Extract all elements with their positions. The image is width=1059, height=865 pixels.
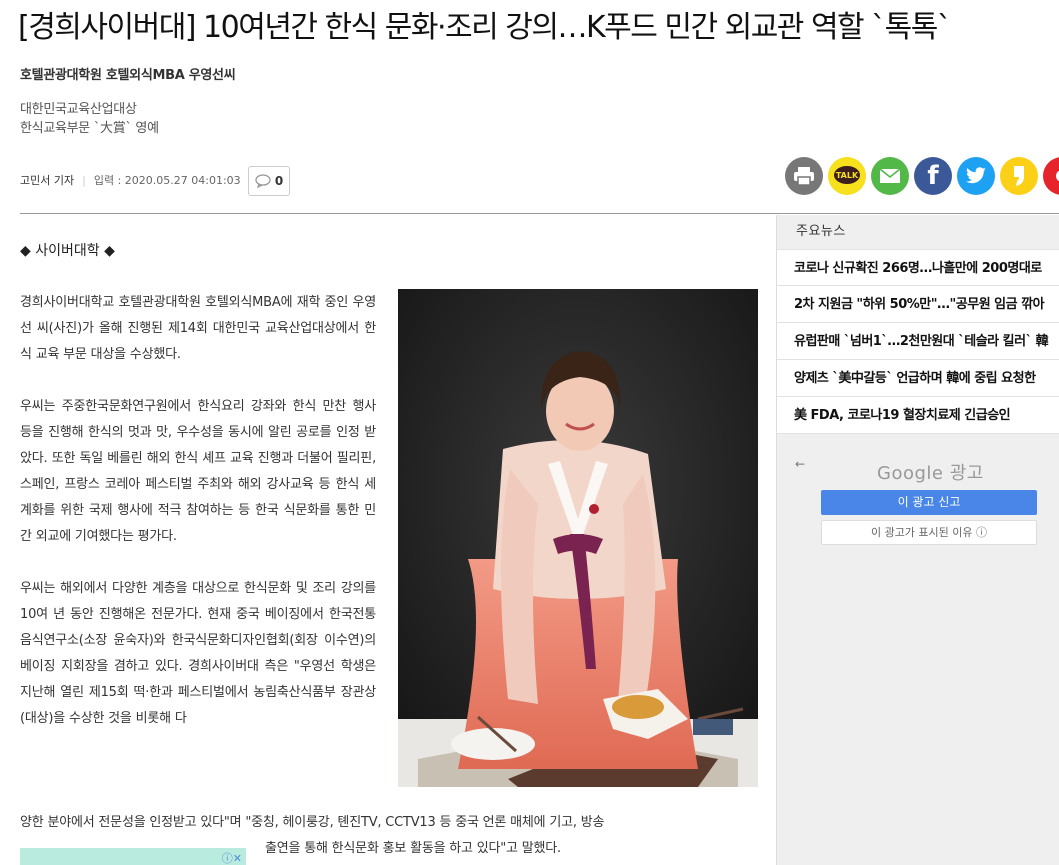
google-ad-label: Google 광고	[877, 463, 984, 484]
article-line: 양한 분야에서 전문성을 인정받고 있다"며 "중칭, 헤이룽강, 톈진TV, …	[20, 815, 605, 830]
google-ad-panel: ← Google 광고 이 광고 신고 이 광고가 표시된 이유 ⓘ	[777, 447, 1059, 567]
article-paragraph: 우씨는 해외에서 다양한 계층을 대상으로 한식문화 및 조리 강의를 10여 …	[20, 581, 376, 726]
section-tag: ◆ 사이버대학 ◆	[20, 243, 115, 259]
article-paragraph: 우씨는 주중한국문화연구원에서 한식요리 강좌와 한식 만찬 행사 등을 진행해…	[20, 399, 376, 544]
article-sub-lines: 대한민국교육산업대상 한식교육부문 `大賞` 영예	[20, 100, 159, 138]
sub-line: 대한민국교육산업대상	[20, 102, 137, 117]
article-paragraph: 경희사이버대학교 호텔관광대학원 호텔외식MBA에 재학 중인 우영선 씨(사진…	[20, 295, 376, 362]
kakaotalk-label: TALK	[836, 171, 859, 180]
news-item[interactable]: 양제츠 `美中갈등` 언급하며 韓에 중립 요청한	[777, 360, 1059, 397]
bottom-ad-strip[interactable]: ⓘ✕	[20, 848, 246, 865]
reporter-link[interactable]: 고민서 기자	[20, 172, 74, 188]
news-item[interactable]: 유럽판매 `넘버1`…2천만원대 `테슬라 킬러` 韓	[777, 323, 1059, 360]
article-photo	[398, 289, 758, 787]
why-this-ad-button[interactable]: 이 광고가 표시된 이유 ⓘ	[821, 520, 1037, 545]
top-news-list: 코로나 신규확진 266명…나흘만에 200명대로 2차 지원금 "하위 50%…	[777, 249, 1059, 434]
more-share-icon[interactable]	[1043, 157, 1059, 195]
kakaostory-icon[interactable]	[1000, 157, 1038, 195]
kakaotalk-icon[interactable]: TALK	[828, 157, 866, 195]
share-bar: TALK f	[785, 157, 1059, 195]
header-divider	[20, 213, 1059, 214]
comment-button[interactable]: 0	[248, 166, 290, 196]
sidebar: 주요뉴스 코로나 신규확진 266명…나흘만에 200명대로 2차 지원금 "하…	[776, 215, 1059, 865]
comment-count: 0	[274, 174, 284, 188]
article-headline: [경희사이버대] 10여년간 한식 문화·조리 강의…K푸드 민간 외교관 역할…	[18, 10, 952, 45]
email-icon[interactable]	[871, 157, 909, 195]
print-icon[interactable]	[785, 157, 823, 195]
news-item[interactable]: 美 FDA, 코로나19 혈장치료제 긴급승인	[777, 397, 1059, 434]
article-body: 경희사이버대학교 호텔관광대학원 호텔외식MBA에 재학 중인 우영선 씨(사진…	[20, 290, 376, 758]
news-item[interactable]: 2차 지원금 "하위 50%만"…"공무원 임금 깎아	[777, 286, 1059, 323]
back-arrow-icon[interactable]: ←	[795, 457, 805, 471]
article-subtitle: 호텔관광대학원 호텔외식MBA 우영선씨	[20, 68, 236, 83]
byline: 고민서 기자 | 입력 : 2020.05.27 04:01:03	[20, 172, 241, 188]
byline-divider: |	[82, 173, 86, 187]
publish-date: 입력 : 2020.05.27 04:01:03	[93, 174, 241, 187]
facebook-icon[interactable]: f	[914, 157, 952, 195]
report-ad-button[interactable]: 이 광고 신고	[821, 490, 1037, 515]
sub-line: 한식교육부문 `大賞` 영예	[20, 121, 159, 136]
comment-icon	[255, 174, 271, 188]
sidebar-heading: 주요뉴스	[796, 224, 846, 239]
twitter-icon[interactable]	[957, 157, 995, 195]
news-item[interactable]: 코로나 신규확진 266명…나흘만에 200명대로	[777, 249, 1059, 286]
ad-close-icon[interactable]: ⓘ✕	[222, 850, 242, 865]
